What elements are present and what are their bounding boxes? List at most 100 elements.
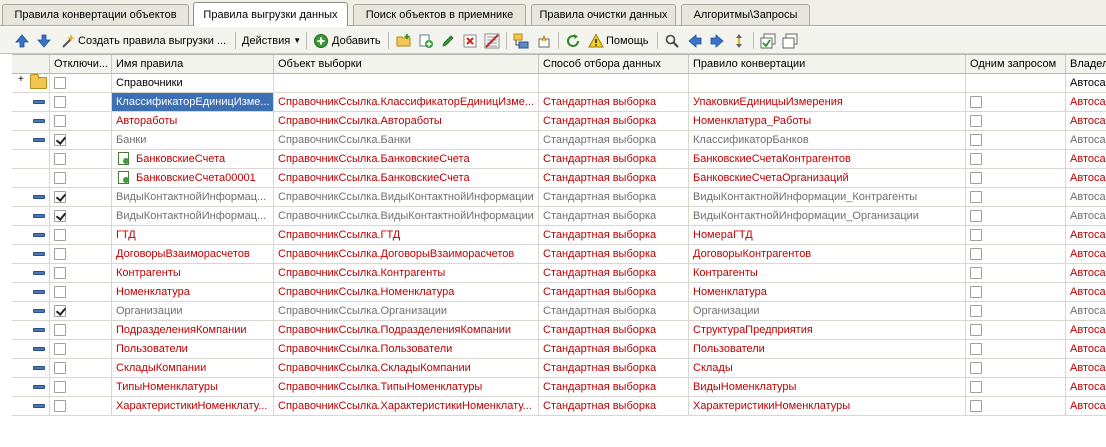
selection-object-cell[interactable]: СправочникСсылка.ПодразделенияКомпании [274, 321, 539, 339]
conversion-rule-cell[interactable]: ДоговорыКонтрагентов [689, 245, 966, 263]
rule-name-cell[interactable]: Пользователи [112, 340, 274, 358]
rule-name-cell[interactable]: КлассификаторЕдиницИзме... [112, 93, 274, 111]
conversion-rule-cell[interactable]: КлассификаторБанков [689, 131, 966, 149]
disabled-checkbox-cell[interactable] [50, 188, 112, 206]
single-query-cell[interactable] [966, 112, 1066, 130]
conversion-rule-cell[interactable]: Контрагенты [689, 264, 966, 282]
selection-method-cell[interactable]: Стандартная выборка [539, 245, 689, 263]
tab-cleanup-rules[interactable]: Правила очистки данных [531, 4, 676, 25]
selection-object-cell[interactable]: СправочникСсылка.ГТД [274, 226, 539, 244]
owner-cell[interactable]: Автоса [1066, 340, 1106, 358]
row-icon-cell[interactable] [12, 340, 50, 358]
disabled-checkbox[interactable] [54, 305, 66, 317]
owner-cell[interactable]: Автоса [1066, 283, 1106, 301]
selection-method-cell[interactable]: Стандартная выборка [539, 321, 689, 339]
disabled-checkbox[interactable] [54, 343, 66, 355]
selection-method-cell[interactable]: Стандартная выборка [539, 340, 689, 358]
table-row[interactable]: СкладыКомпании СправочникСсылка.СкладыКом… [12, 359, 1106, 378]
owner-cell[interactable]: Автоса [1066, 321, 1106, 339]
owner-cell[interactable]: Автоса [1066, 93, 1106, 111]
single-query-checkbox[interactable] [970, 153, 982, 165]
row-icon-cell[interactable] [12, 93, 50, 111]
disabled-checkbox[interactable] [54, 115, 66, 127]
move-down-button[interactable] [36, 31, 52, 50]
table-row[interactable]: КлассификаторЕдиницИзме... СправочникСсыл… [12, 93, 1106, 112]
row-icon-cell[interactable] [12, 321, 50, 339]
disabled-checkbox[interactable] [54, 248, 66, 260]
owner-cell[interactable]: Автоса [1066, 169, 1106, 187]
selection-method-cell[interactable]: Стандартная выборка [539, 131, 689, 149]
table-row[interactable]: ГТД СправочникСсылка.ГТД Стандартная выбор… [12, 226, 1106, 245]
conversion-rule-cell[interactable]: Организации [689, 302, 966, 320]
single-query-cell[interactable] [966, 359, 1066, 377]
table-row[interactable]: Автоработы СправочникСсылка.Автоработы Ста… [12, 112, 1106, 131]
selection-method-cell[interactable]: Стандартная выборка [539, 264, 689, 282]
single-query-cell[interactable] [966, 226, 1066, 244]
tab-target-search[interactable]: Поиск объектов в приемнике [353, 4, 526, 25]
selection-method-cell[interactable]: Стандартная выборка [539, 359, 689, 377]
single-query-checkbox[interactable] [970, 267, 982, 279]
table-row[interactable]: ПодразделенияКомпании СправочникСсылка.По… [12, 321, 1106, 340]
conversion-rule-cell[interactable]: УпаковкиЕдиницыИзмерения [689, 93, 966, 111]
selection-method-cell[interactable]: Стандартная выборка [539, 397, 689, 415]
disabled-checkbox[interactable] [54, 153, 66, 165]
help-button[interactable]: Помощь [588, 31, 649, 50]
table-row[interactable]: ДоговорыВзаиморасчетов СправочникСсылка.Д… [12, 245, 1106, 264]
edit-button[interactable] [440, 31, 456, 50]
single-query-checkbox[interactable] [970, 381, 982, 393]
single-query-checkbox[interactable] [970, 96, 982, 108]
disabled-checkbox-cell[interactable] [50, 131, 112, 149]
row-icon-cell[interactable] [12, 302, 50, 320]
delete-button[interactable] [462, 31, 478, 50]
single-query-checkbox[interactable] [970, 343, 982, 355]
row-icon-cell[interactable] [12, 112, 50, 130]
selection-object-cell[interactable]: СправочникСсылка.ВидыКонтактнойИнформаци… [274, 207, 539, 225]
disabled-checkbox-cell[interactable] [50, 93, 112, 111]
rule-name-cell[interactable]: Автоработы [112, 112, 274, 130]
selection-object-cell[interactable]: СправочникСсылка.КлассификаторЕдиницИзме… [274, 93, 539, 111]
selection-object-cell[interactable]: СправочникСсылка.Банки [274, 131, 539, 149]
owner-cell[interactable]: Автоса [1066, 397, 1106, 415]
check-all-button[interactable] [760, 31, 776, 50]
create-export-rules-button[interactable]: Создать правила выгрузки ... [60, 31, 226, 50]
selection-object-cell[interactable]: СправочникСсылка.Организации [274, 302, 539, 320]
selection-object-cell[interactable]: СправочникСсылка.Пользователи [274, 340, 539, 358]
disabled-checkbox[interactable] [54, 324, 66, 336]
table-row[interactable]: Банки СправочникСсылка.Банки Стандартная в… [12, 131, 1106, 150]
selection-object-cell[interactable]: СправочникСсылка.БанковскиеСчета [274, 150, 539, 168]
row-icon-cell[interactable] [12, 131, 50, 149]
add-button[interactable]: Добавить [313, 31, 381, 50]
sort-button[interactable] [731, 31, 747, 50]
table-row[interactable]: БанковскиеСчета00001 СправочникСсылка.Бан… [12, 169, 1106, 188]
empty-cell[interactable] [539, 74, 689, 92]
single-query-cell[interactable] [966, 378, 1066, 396]
selection-method-cell[interactable]: Стандартная выборка [539, 283, 689, 301]
conversion-rule-cell[interactable]: ВидыКонтактнойИнформации_Организации [689, 207, 966, 225]
header-selection-method[interactable]: Способ отбора данных [539, 55, 689, 74]
owner-cell[interactable]: Автоса [1066, 378, 1106, 396]
rule-name-cell[interactable]: ВидыКонтактнойИнформац... [112, 207, 274, 225]
table-row[interactable]: ВидыКонтактнойИнформац... СправочникСсылк… [12, 188, 1106, 207]
conversion-rule-cell[interactable]: ХарактеристикиНоменклатуры [689, 397, 966, 415]
refresh-button[interactable] [565, 31, 581, 50]
rule-name-cell[interactable]: БанковскиеСчета [112, 150, 274, 168]
selection-object-cell[interactable]: СправочникСсылка.ТипыНоменклатуры [274, 378, 539, 396]
owner-cell[interactable]: Автоса [1066, 74, 1106, 92]
disabled-checkbox[interactable] [54, 191, 66, 203]
single-query-checkbox[interactable] [970, 286, 982, 298]
rule-name-cell[interactable]: ПодразделенияКомпании [112, 321, 274, 339]
owner-cell[interactable]: Автоса [1066, 131, 1106, 149]
selection-method-cell[interactable]: Стандартная выборка [539, 226, 689, 244]
rule-name-cell[interactable]: Контрагенты [112, 264, 274, 282]
table-row[interactable]: Пользователи СправочникСсылка.Пользовател… [12, 340, 1106, 359]
disabled-checkbox-cell[interactable] [50, 397, 112, 415]
find-next-button[interactable] [709, 31, 725, 50]
selection-object-cell[interactable]: СправочникСсылка.СкладыКомпании [274, 359, 539, 377]
disabled-checkbox-cell[interactable] [50, 207, 112, 225]
single-query-cell[interactable] [966, 207, 1066, 225]
owner-cell[interactable]: Автоса [1066, 112, 1106, 130]
table-row[interactable]: Номенклатура СправочникСсылка.Номенклатур… [12, 283, 1106, 302]
owner-cell[interactable]: Автоса [1066, 264, 1106, 282]
row-icon-cell[interactable] [12, 226, 50, 244]
disabled-checkbox-cell[interactable] [50, 264, 112, 282]
